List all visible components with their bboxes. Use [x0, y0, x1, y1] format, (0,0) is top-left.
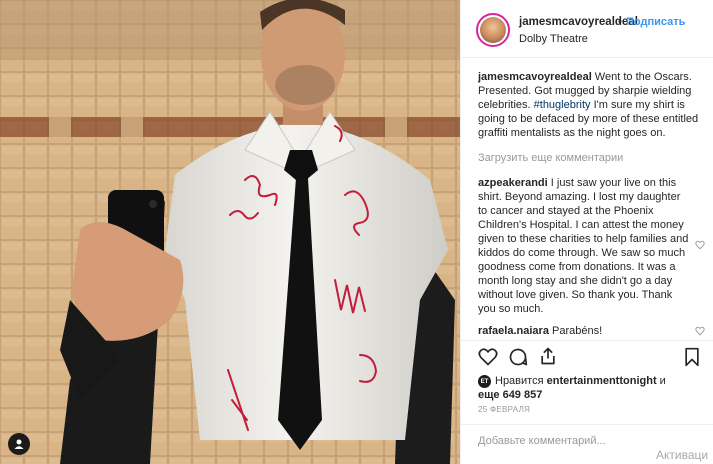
- mirror-selfie-illustration: [0, 0, 460, 464]
- avatar-image: [480, 17, 506, 43]
- post-photo[interactable]: [0, 0, 460, 464]
- comments-list[interactable]: jamesmcavoyrealdeal Went to the Oscars. …: [478, 70, 708, 340]
- user-tag-button[interactable]: [8, 433, 30, 455]
- add-comment-bar: Активаци: [461, 424, 713, 464]
- share-icon[interactable]: [538, 346, 558, 366]
- likes-summary: ET Нравится entertainmenttonight и еще 6…: [478, 374, 666, 402]
- comment-icon[interactable]: [508, 347, 528, 367]
- liker-username[interactable]: entertainmenttonight: [547, 375, 657, 387]
- user-icon: [14, 439, 24, 449]
- follow-button[interactable]: Подписать: [626, 16, 685, 28]
- likes-count-button[interactable]: еще 649 857: [478, 389, 542, 401]
- likes-conjunction: и: [656, 375, 666, 387]
- post-header: jamesmcavoyrealdeal • Подписать Dolby Th…: [461, 0, 713, 58]
- post-date[interactable]: 25 ФЕВРАЛЯ: [478, 405, 530, 414]
- liker-avatar[interactable]: ET: [478, 375, 491, 388]
- post-sidebar: jamesmcavoyrealdeal • Подписать Dolby Th…: [460, 0, 713, 464]
- comment-input[interactable]: [478, 435, 628, 447]
- avatar[interactable]: [476, 13, 510, 47]
- instagram-post: jamesmcavoyrealdeal • Подписать Dolby Th…: [0, 0, 713, 464]
- load-more-comments-button[interactable]: Загрузить еще комментарии: [478, 152, 708, 164]
- comment-author[interactable]: rafaela.naiara: [478, 325, 549, 337]
- comment-author[interactable]: azpeakerandi: [478, 177, 548, 189]
- hashtag-link[interactable]: #thuglebrity: [534, 99, 591, 111]
- separator-dot: •: [618, 16, 622, 28]
- caption: jamesmcavoyrealdeal Went to the Oscars. …: [478, 70, 708, 140]
- heart-icon[interactable]: [478, 347, 498, 367]
- heart-icon[interactable]: [695, 240, 705, 250]
- heart-icon[interactable]: [695, 326, 705, 336]
- comment-item: rafaela.naiara Parabéns!: [478, 324, 708, 338]
- caption-author[interactable]: jamesmcavoyrealdeal: [478, 71, 592, 83]
- comment-text: I just saw your live on this shirt. Beyo…: [478, 177, 689, 315]
- comment-item: azpeakerandi I just saw your live on thi…: [478, 176, 708, 316]
- location-link[interactable]: Dolby Theatre: [519, 33, 588, 45]
- bookmark-icon[interactable]: [683, 347, 701, 367]
- activation-watermark: Активаци: [656, 448, 709, 462]
- comment-text: Parabéns!: [548, 325, 603, 337]
